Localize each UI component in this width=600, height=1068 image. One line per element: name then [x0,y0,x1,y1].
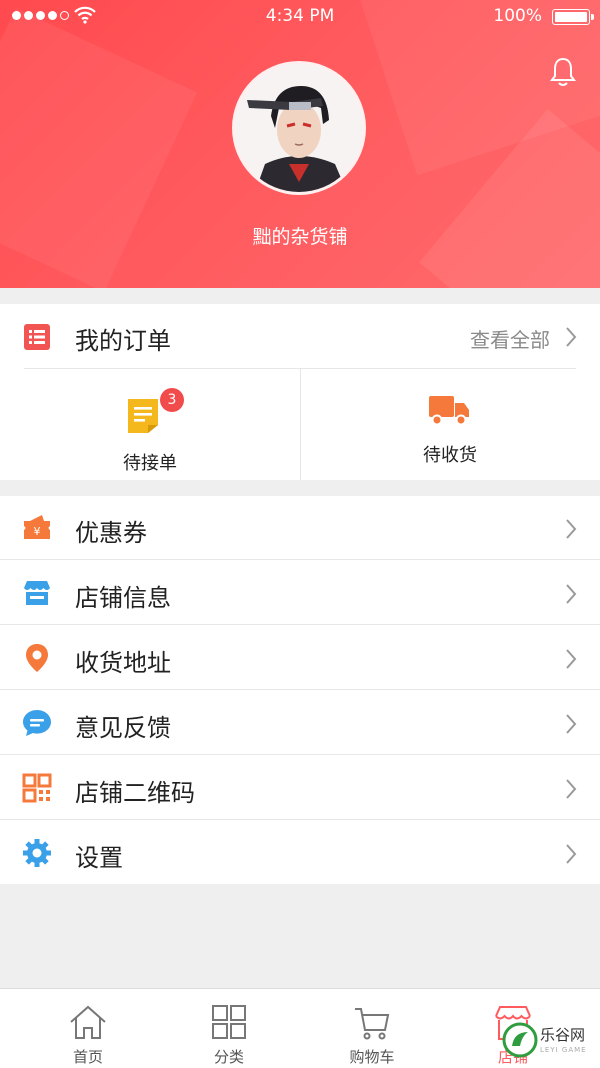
menu-item-store-qr-code[interactable]: 店铺二维码 [0,756,600,820]
divider [0,689,600,690]
tab-label: 首页 [72,1048,103,1066]
watermark: 乐谷网 LEYI GAME [500,1020,600,1065]
order-status-label: 待收货 [423,445,477,466]
orders-card: 我的订单 查看全部 3 待接单 待收货 [0,304,600,480]
tab-label: 购物车 [349,1048,395,1066]
chevron-right-icon [566,779,577,799]
truck-icon [429,396,469,426]
menu-item-shipping-address[interactable]: 收货地址 [0,626,600,690]
view-all-link[interactable]: 查看全部 [470,324,550,353]
divider [0,819,600,820]
grid-icon [212,1005,246,1039]
avatar-image [235,64,363,192]
home-icon [70,1005,106,1039]
cart-icon [355,1008,390,1040]
order-status-pending-accept[interactable]: 3 待接单 [0,369,300,480]
profile-header: 4:34 PM 100% 黜的杂货铺 [0,0,600,288]
divider [0,559,600,560]
pending-count-badge: 3 [160,388,184,412]
chevron-right-icon [566,844,577,864]
bell-icon[interactable] [548,56,578,88]
menu-item-label: 意见反馈 [75,714,171,742]
battery-percent: 100% [493,6,542,26]
order-status-pending-receive[interactable]: 待收货 [300,369,600,480]
chevron-right-icon [566,327,577,347]
gear-icon [23,839,51,867]
menu-item-label: 收货地址 [75,649,171,677]
menu-item-coupons[interactable]: ¥ 优惠券 [0,496,600,560]
shop-name: 黜的杂货铺 [252,226,348,248]
tab-cart[interactable]: 购物车 [297,989,447,1068]
chevron-right-icon [566,519,577,539]
menu-item-label: 店铺二维码 [75,779,195,807]
status-bar: 4:34 PM 100% [0,0,600,34]
menu-item-feedback[interactable]: 意见反馈 [0,691,600,755]
menu-item-settings[interactable]: 设置 [0,821,600,885]
order-doc-icon [128,399,158,433]
svg-text:¥: ¥ [34,525,41,538]
battery-icon [552,9,590,25]
order-list-icon [24,324,50,350]
watermark-logo-icon [502,1022,538,1058]
tab-home[interactable]: 首页 [13,989,163,1068]
tab-categories[interactable]: 分类 [154,989,304,1068]
tab-label: 分类 [213,1048,244,1066]
location-pin-icon [26,644,48,672]
feedback-bubble-icon [23,710,51,736]
settings-menu: ¥ 优惠券 店铺信息 收货地址 意见反馈 店铺二维码 设置 [0,496,600,884]
watermark-subtext: LEYI GAME [540,1046,587,1054]
divider [0,624,600,625]
orders-header[interactable]: 我的订单 查看全部 [0,304,600,368]
store-icon [24,581,50,605]
menu-item-label: 优惠券 [75,519,147,547]
watermark-text: 乐谷网 [540,1026,586,1044]
orders-title: 我的订单 [75,327,171,355]
order-status-label: 待接单 [123,453,177,474]
coupon-icon: ¥ [24,515,50,539]
menu-item-label: 店铺信息 [75,584,171,612]
chevron-right-icon [566,649,577,669]
avatar[interactable] [235,64,363,192]
divider [0,754,600,755]
battery-tip [591,14,594,20]
chevron-right-icon [566,584,577,604]
chevron-right-icon [566,714,577,734]
qr-code-icon [22,773,52,803]
menu-item-store-info[interactable]: 店铺信息 [0,561,600,625]
menu-item-label: 设置 [75,844,123,872]
